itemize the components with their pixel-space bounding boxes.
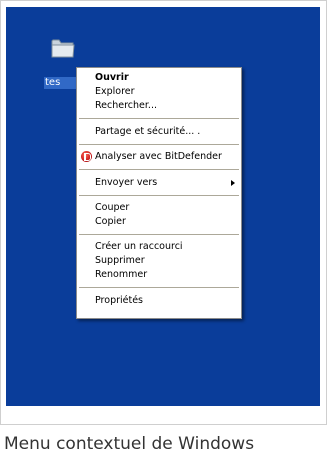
menu-separator bbox=[79, 234, 239, 235]
menu-separator bbox=[79, 195, 239, 196]
menu-item-label: Partage et sécurité... . bbox=[95, 126, 201, 137]
submenu-arrow-icon bbox=[231, 180, 235, 186]
menu-separator bbox=[79, 144, 239, 145]
menu-item-label: Analyser avec BitDefender bbox=[95, 151, 222, 162]
menu-item-label: Renommer bbox=[95, 269, 148, 280]
menu-item-rechercher[interactable]: Rechercher... bbox=[77, 99, 241, 113]
menu-item-renommer[interactable]: Renommer bbox=[77, 268, 241, 282]
menu-separator bbox=[79, 169, 239, 170]
menu-item-label: Copier bbox=[95, 216, 126, 227]
menu-item-envoyer-vers[interactable]: Envoyer vers bbox=[77, 176, 241, 190]
menu-item-label: Propriétés bbox=[95, 295, 144, 306]
menu-item-ouvrir[interactable]: Ouvrir bbox=[77, 71, 241, 85]
bitdefender-icon bbox=[81, 151, 92, 162]
menu-item-label: Rechercher... bbox=[95, 100, 157, 111]
menu-item-label: Supprimer bbox=[95, 255, 145, 266]
menu-item-proprietes[interactable]: Propriétés bbox=[77, 294, 241, 308]
menu-item-label: Envoyer vers bbox=[95, 177, 158, 188]
menu-item-label: Couper bbox=[95, 202, 130, 213]
menu-separator bbox=[79, 287, 239, 288]
menu-item-explorer[interactable]: Explorer bbox=[77, 85, 241, 99]
menu-item-partage-securite[interactable]: Partage et sécurité... . bbox=[77, 125, 241, 139]
screenshot-frame: tes Ouvrir Explorer Rechercher... Partag… bbox=[0, 0, 327, 425]
menu-item-label: Ouvrir bbox=[95, 72, 129, 83]
menu-item-label: Créer un raccourci bbox=[95, 241, 183, 252]
menu-item-creer-raccourci[interactable]: Créer un raccourci bbox=[77, 240, 241, 254]
context-menu: Ouvrir Explorer Rechercher... Partage et… bbox=[76, 67, 242, 319]
menu-separator bbox=[79, 118, 239, 119]
menu-item-label: Explorer bbox=[95, 86, 135, 97]
menu-item-copier[interactable]: Copier bbox=[77, 215, 241, 229]
windows-desktop: tes Ouvrir Explorer Rechercher... Partag… bbox=[6, 7, 320, 406]
folder-icon[interactable] bbox=[51, 37, 75, 59]
menu-item-bitdefender[interactable]: Analyser avec BitDefender bbox=[77, 150, 241, 164]
menu-item-supprimer[interactable]: Supprimer bbox=[77, 254, 241, 268]
folder-label[interactable]: tes bbox=[44, 77, 76, 89]
caption-divider bbox=[0, 424, 327, 425]
menu-item-couper[interactable]: Couper bbox=[77, 201, 241, 215]
figure-caption: Menu contextuel de Windows bbox=[4, 434, 255, 454]
